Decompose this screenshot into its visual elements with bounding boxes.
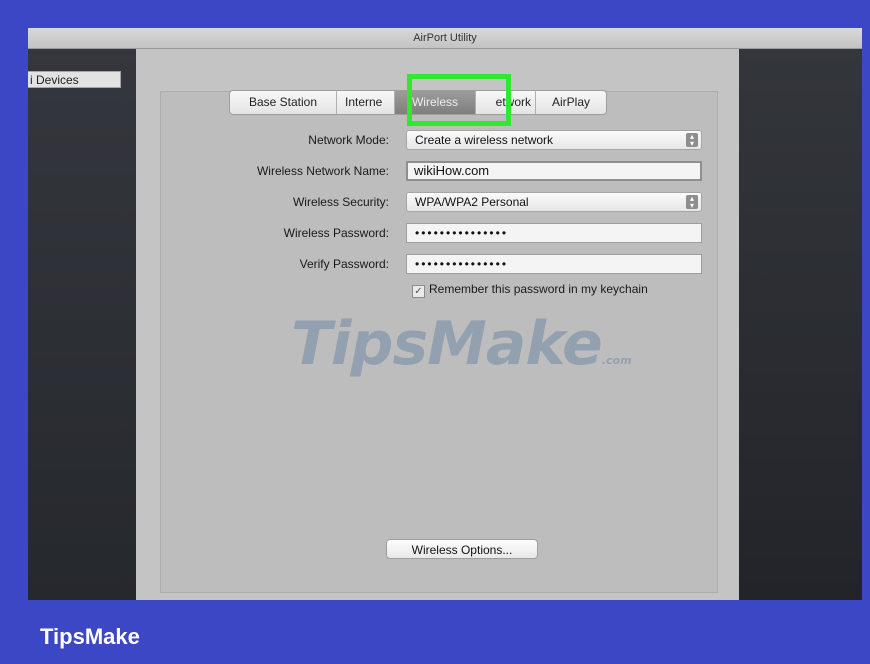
verify-password-field[interactable]: ••••••••••••••• (406, 254, 702, 274)
password-field[interactable]: ••••••••••••••• (406, 223, 702, 243)
verify-password-row: Verify Password: ••••••••••••••• (161, 253, 717, 275)
network-mode-label: Network Mode: (308, 133, 389, 147)
security-value: WPA/WPA2 Personal (415, 195, 529, 209)
remember-password-checkbox[interactable]: ✓ Remember this password in my keychain (412, 281, 648, 298)
settings-panel: Network Mode: Create a wireless network … (136, 49, 739, 600)
network-mode-row: Network Mode: Create a wireless network … (161, 129, 717, 151)
network-name-label: Wireless Network Name: (256, 164, 389, 178)
wireless-tab-highlight (407, 74, 511, 126)
sidebar-panel (28, 49, 136, 600)
wireless-options-button[interactable]: Wireless Options... (386, 539, 538, 559)
network-mode-value: Create a wireless network (415, 133, 554, 147)
tab-internet[interactable]: Interne (337, 91, 395, 114)
popup-arrows-icon: ▴ ▾ (686, 133, 698, 148)
popup-arrows-icon: ▴ ▾ (686, 195, 698, 210)
tab-base-station[interactable]: Base Station (230, 91, 337, 114)
tipsmake-watermark: TipsMake.com (291, 309, 632, 379)
sidebar-item-devices[interactable]: i Devices (28, 71, 121, 88)
checkmark-icon: ✓ (412, 285, 425, 298)
security-popup[interactable]: WPA/WPA2 Personal ▴ ▾ (406, 192, 702, 212)
password-label: Wireless Password: (283, 226, 389, 240)
verify-password-label: Verify Password: (299, 257, 389, 271)
tab-content-box: Network Mode: Create a wireless network … (160, 91, 718, 593)
network-mode-popup[interactable]: Create a wireless network ▴ ▾ (406, 130, 702, 150)
security-label: Wireless Security: (292, 195, 389, 209)
network-name-field[interactable]: wikiHow.com (406, 161, 702, 181)
footer-brand: TipsMake (40, 624, 140, 649)
airport-utility-screenshot: AirPort Utility i Devices Network Mode: … (28, 28, 862, 600)
window-title: AirPort Utility (28, 28, 862, 49)
security-row: Wireless Security: WPA/WPA2 Personal ▴ ▾ (161, 191, 717, 213)
desktop-background (739, 49, 862, 600)
password-row: Wireless Password: ••••••••••••••• (161, 222, 717, 244)
network-name-row: Wireless Network Name: wikiHow.com (161, 160, 717, 182)
remember-password-label: Remember this password in my keychain (429, 282, 648, 296)
tab-airplay[interactable]: AirPlay (536, 91, 606, 114)
